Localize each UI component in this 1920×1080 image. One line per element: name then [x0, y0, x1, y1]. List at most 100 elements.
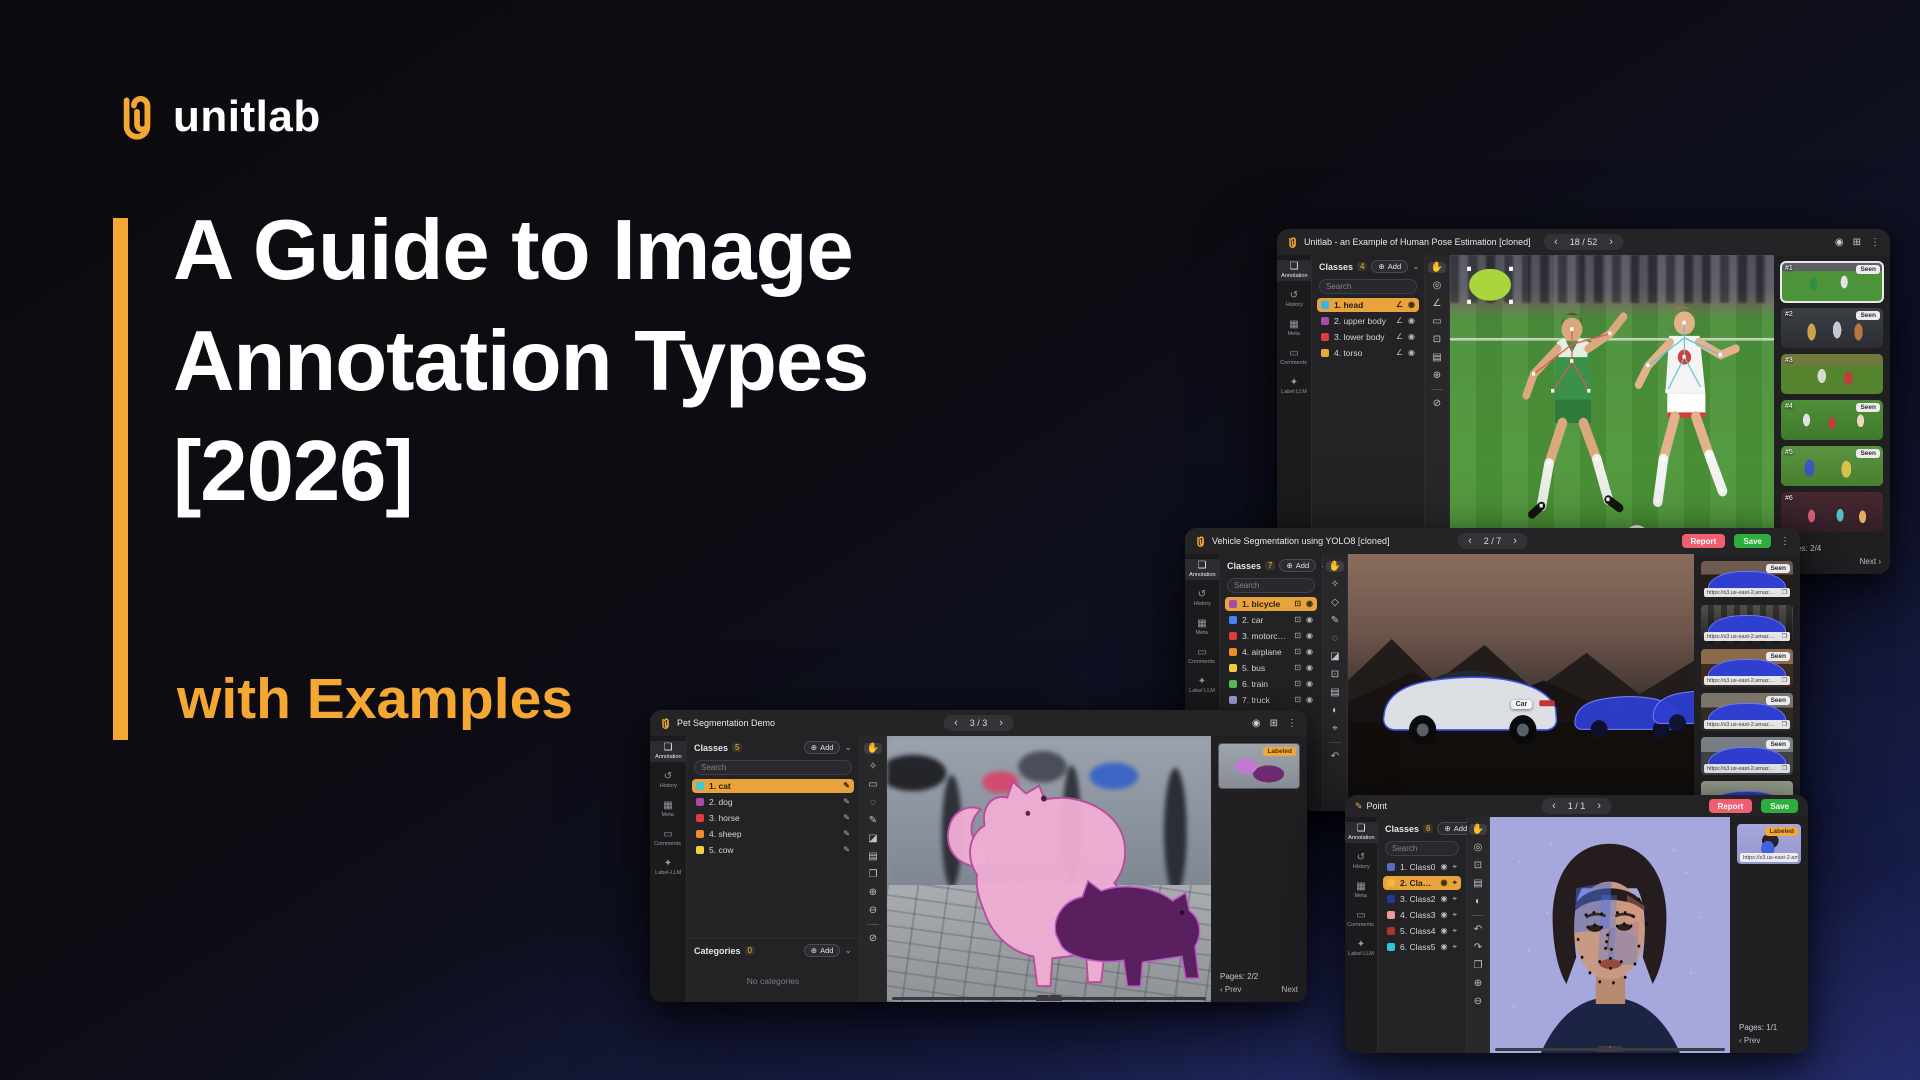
- sidebar-item-label-llm[interactable]: ✦Label LLM: [1185, 675, 1219, 696]
- lasso-tool-icon[interactable]: ◌: [870, 797, 876, 808]
- class-row[interactable]: 2. upper body ∠ ◉: [1317, 314, 1419, 328]
- object-label-tag[interactable]: Car: [1511, 700, 1533, 709]
- add-class-button[interactable]: ⊕Add: [1371, 260, 1408, 273]
- gallery-thumbnail[interactable]: https://s3.us-east-2.amaz…❐: [1701, 605, 1793, 643]
- sidebar-item-annotation[interactable]: ❏Annotation: [1345, 822, 1377, 843]
- gallery-thumbnail[interactable]: #4 Seen: [1781, 400, 1883, 440]
- report-button[interactable]: Report: [1709, 799, 1753, 813]
- redo-icon[interactable]: ↷: [1474, 942, 1482, 953]
- class-search-input[interactable]: [1227, 578, 1315, 593]
- transform-tool-icon[interactable]: ⊡: [1433, 334, 1441, 345]
- class-visibility-icon[interactable]: ◉: [1408, 317, 1415, 325]
- wand-tool-icon[interactable]: ✧: [869, 761, 877, 772]
- grid-view-icon[interactable]: ⊞: [1270, 718, 1278, 729]
- class-row[interactable]: 4. sheep ✎: [692, 827, 854, 841]
- prev-frame-icon[interactable]: ‹: [1554, 237, 1558, 248]
- copy-icon[interactable]: ❐: [1782, 633, 1787, 640]
- zoom-out-tool-icon[interactable]: ⊖: [869, 905, 877, 916]
- sidebar-item-history[interactable]: ↺History: [1277, 289, 1311, 310]
- transform-icon[interactable]: ⊡: [1294, 680, 1301, 688]
- gallery-thumbnail[interactable]: Seen https://s3.us-east-2.amaz…❐: [1701, 561, 1793, 599]
- class-visibility-icon[interactable]: ◉: [1441, 895, 1448, 903]
- sidebar-item-annotation[interactable]: ❏Annotation: [1185, 559, 1219, 580]
- class-visibility-icon[interactable]: ◉: [1441, 863, 1448, 871]
- class-row[interactable]: 3. lower body ∠ ◉: [1317, 330, 1419, 344]
- comment-tool-icon[interactable]: ▤: [1330, 687, 1339, 698]
- face-frame-navigator[interactable]: ‹ 1 / 1 ›: [1541, 798, 1612, 814]
- class-visibility-icon[interactable]: ◉: [1306, 696, 1313, 704]
- next-frame-icon[interactable]: ›: [1609, 237, 1613, 248]
- sidebar-item-annotation[interactable]: ❏Annotation: [1277, 260, 1311, 281]
- comment-tool-icon[interactable]: ▤: [868, 851, 877, 862]
- save-button[interactable]: Save: [1734, 534, 1771, 548]
- sidebar-item-comments[interactable]: ▭Comments: [1345, 909, 1377, 930]
- class-row[interactable]: 1. Class0 ◉ ⌖: [1383, 860, 1461, 874]
- transform-icon[interactable]: ⊡: [1294, 664, 1301, 672]
- class-visibility-icon[interactable]: ◉: [1441, 911, 1448, 919]
- undo-icon[interactable]: ↶: [1474, 924, 1482, 935]
- canvas-collapse-handle[interactable]: ⌃: [1036, 995, 1062, 1001]
- copy-icon[interactable]: ❐: [1782, 721, 1787, 728]
- class-row[interactable]: 2. car ⊡ ◉: [1225, 613, 1317, 627]
- class-visibility-icon[interactable]: ◉: [1306, 680, 1313, 688]
- next-frame-icon[interactable]: ›: [999, 718, 1003, 729]
- kebab-menu-icon[interactable]: ⋮: [1287, 718, 1297, 729]
- hand-tool-icon[interactable]: ✋: [1469, 824, 1487, 835]
- eraser-tool-icon[interactable]: ◪: [868, 833, 877, 844]
- crosshair-icon[interactable]: ⌖: [1452, 879, 1457, 887]
- next-page-button[interactable]: Next: [1282, 985, 1298, 994]
- class-search-input[interactable]: [1385, 841, 1459, 856]
- crosshair-tool-icon[interactable]: ⌖: [1332, 723, 1338, 734]
- gallery-thumbnail[interactable]: #5 Seen: [1781, 446, 1883, 486]
- copy-icon[interactable]: ❐: [1782, 765, 1787, 772]
- class-visibility-icon[interactable]: ◉: [1306, 648, 1313, 656]
- crosshair-icon[interactable]: ⌖: [1452, 863, 1457, 871]
- crosshair-icon[interactable]: ⌖: [1452, 943, 1457, 951]
- prev-frame-icon[interactable]: ‹: [954, 718, 958, 729]
- skeleton-tool-icon[interactable]: ∠: [1396, 317, 1403, 325]
- add-class-button[interactable]: ⊕Add: [804, 741, 841, 754]
- contrast-tool-icon[interactable]: ◐: [1475, 896, 1481, 907]
- skeleton-tool-icon[interactable]: ∠: [1396, 301, 1403, 309]
- next-frame-icon[interactable]: ›: [1597, 801, 1601, 812]
- collapse-classes-icon[interactable]: ⌄: [844, 742, 852, 753]
- gallery-thumbnail[interactable]: Labeled https://s3.us-east-2.amaz…❐: [1737, 824, 1801, 864]
- sidebar-item-meta[interactable]: ▦Meta: [1345, 880, 1377, 901]
- target-tool-icon[interactable]: ◎: [1474, 842, 1483, 853]
- class-visibility-icon[interactable]: ◉: [1408, 301, 1415, 309]
- class-visibility-icon[interactable]: ◉: [1441, 879, 1448, 887]
- pen-tool-icon[interactable]: ✎: [1331, 615, 1339, 626]
- sidebar-item-comments[interactable]: ▭Comments: [1185, 646, 1219, 667]
- grid-view-icon[interactable]: ⊞: [1853, 237, 1861, 248]
- lasso-tool-icon[interactable]: ◌: [1332, 633, 1338, 644]
- pet-annotation-canvas[interactable]: ⌃: [887, 736, 1211, 1002]
- canvas-collapse-handle[interactable]: ⌃: [1597, 1046, 1623, 1052]
- class-row[interactable]: 1. cat ✎: [692, 779, 854, 793]
- pen-tool-icon[interactable]: ✎: [869, 815, 877, 826]
- visibility-icon[interactable]: ◉: [1252, 718, 1261, 729]
- gallery-thumbnail[interactable]: #6: [1781, 492, 1883, 532]
- class-search-input[interactable]: [1319, 279, 1417, 294]
- collapse-categories-icon[interactable]: ⌄: [844, 945, 852, 956]
- sidebar-item-label-llm[interactable]: ✦Label LLM: [1277, 376, 1311, 397]
- class-row[interactable]: 5. bus ⊡ ◉: [1225, 661, 1317, 675]
- class-visibility-icon[interactable]: ◉: [1306, 664, 1313, 672]
- rect-tool-icon[interactable]: ▭: [868, 779, 877, 790]
- contrast-tool-icon[interactable]: ◐: [1332, 705, 1338, 716]
- next-page-button[interactable]: Next ›: [1860, 557, 1881, 566]
- sidebar-item-history[interactable]: ↺History: [650, 770, 686, 791]
- undo-icon[interactable]: ↶: [1331, 751, 1339, 762]
- sidebar-item-comments[interactable]: ▭Comments: [1277, 347, 1311, 368]
- pen-icon[interactable]: ✎: [843, 782, 850, 790]
- copy-icon[interactable]: ❐: [1782, 589, 1787, 596]
- class-row[interactable]: 6. Class5 ◉ ⌖: [1383, 940, 1461, 954]
- class-row[interactable]: 4. Class3 ◉ ⌖: [1383, 908, 1461, 922]
- class-row[interactable]: 2. Class1 ◉ ⌖: [1383, 876, 1461, 890]
- copy-tool-icon[interactable]: ❐: [869, 869, 878, 880]
- hand-tool-icon[interactable]: ✋: [1326, 561, 1344, 572]
- hand-tool-icon[interactable]: ✋: [1428, 262, 1446, 273]
- class-visibility-icon[interactable]: ◉: [1441, 927, 1448, 935]
- gallery-thumbnail[interactable]: Seen https://s3.us-east-2.amaz…❐: [1701, 737, 1793, 775]
- kebab-menu-icon[interactable]: ⋮: [1780, 536, 1790, 547]
- class-row[interactable]: 4. airplane ⊡ ◉: [1225, 645, 1317, 659]
